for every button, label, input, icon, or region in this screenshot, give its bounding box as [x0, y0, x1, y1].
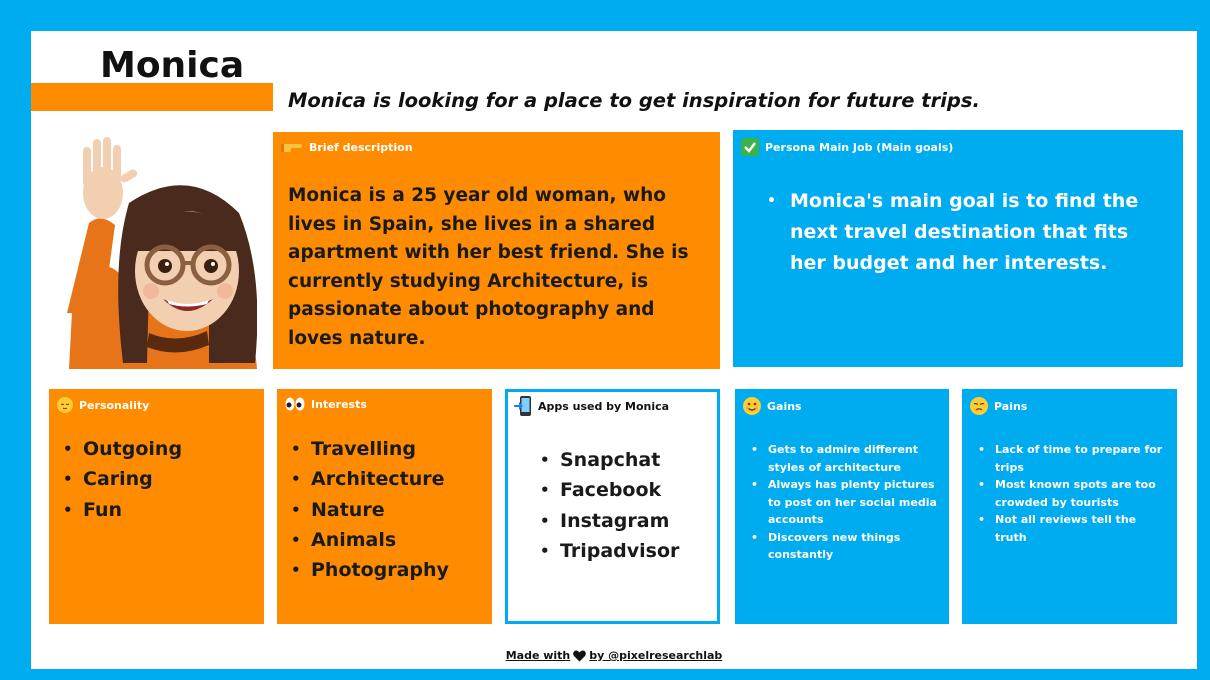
list-item: Architecture [285, 464, 449, 495]
personality-card: Personality Outgoing Caring Fun [49, 389, 264, 624]
persona-canvas: Monica Monica is looking for a place to … [31, 31, 1197, 669]
main-job-title: Persona Main Job (Main goals) [765, 140, 954, 154]
persona-name: Monica [100, 45, 245, 86]
page-frame: Monica Monica is looking for a place to … [0, 0, 1210, 680]
relieved-face-icon [57, 397, 73, 413]
list-item: Fun [57, 495, 182, 526]
personality-title: Personality [79, 398, 150, 412]
list-item: Snapchat [534, 445, 679, 476]
list-item: Gets to admire different styles of archi… [743, 441, 943, 476]
apps-card: Apps used by Monica Snapchat Facebook In… [505, 389, 720, 624]
list-item: Caring [57, 464, 182, 495]
brief-description-card: Brief description Monica is a 25 year ol… [273, 132, 720, 369]
main-job-list: Monica's main goal is to find the next t… [753, 186, 1163, 279]
interests-title: Interests [311, 397, 367, 411]
main-job-card: Persona Main Job (Main goals) Monica's m… [733, 130, 1183, 367]
list-item: Animals [285, 525, 449, 556]
gains-title: Gains [767, 399, 802, 413]
interests-card: Interests Travelling Architecture Nature… [277, 389, 492, 624]
black-heart-icon [573, 650, 587, 661]
list-item: Photography [285, 555, 449, 586]
sad-face-icon [970, 397, 988, 415]
personality-list: Outgoing Caring Fun [57, 434, 182, 525]
pains-card: Pains Lack of time to prepare for trips … [962, 389, 1177, 624]
persona-tagline: Monica is looking for a place to get ins… [288, 89, 980, 112]
list-item: Monica's main goal is to find the next t… [753, 186, 1163, 279]
gains-header: Gains [743, 397, 802, 415]
pains-list: Lack of time to prepare for trips Most k… [970, 441, 1170, 546]
brief-description-title: Brief description [309, 140, 413, 154]
smiling-face-icon [743, 397, 761, 415]
interests-header: Interests [285, 397, 367, 411]
list-item: Facebook [534, 475, 679, 506]
list-item: Lack of time to prepare for trips [970, 441, 1170, 476]
apps-header: Apps used by Monica [514, 396, 669, 416]
mobile-phone-arrow-icon [514, 396, 531, 416]
check-mark-icon [741, 138, 759, 156]
gains-list: Gets to admire different styles of archi… [743, 441, 943, 564]
personality-header: Personality [57, 397, 149, 413]
list-item: Travelling [285, 434, 449, 465]
footer-credit: Made with by @pixelresearchlab [31, 649, 1197, 662]
footer-text-after: by @pixelresearchlab [589, 649, 723, 662]
list-item: Tripadvisor [534, 536, 679, 567]
list-item: Most known spots are too crowded by tour… [970, 476, 1170, 511]
list-item: Outgoing [57, 434, 182, 465]
pointing-hand-icon [281, 144, 302, 152]
gains-card: Gains Gets to admire different styles of… [735, 389, 949, 624]
list-item: Always has plenty pictures to post on he… [743, 476, 943, 529]
interests-list: Travelling Architecture Nature Animals P… [285, 434, 449, 586]
brief-description-text: Monica is a 25 year old woman, who lives… [288, 185, 689, 349]
main-job-header: Persona Main Job (Main goals) [741, 138, 953, 156]
apps-title: Apps used by Monica [538, 399, 670, 413]
list-item: Nature [285, 495, 449, 526]
footer-link[interactable]: Made with by @pixelresearchlab [506, 649, 723, 662]
avatar [67, 137, 257, 369]
footer-text-before: Made with [505, 649, 571, 662]
eyes-icon [285, 397, 305, 411]
list-item: Instagram [534, 506, 679, 537]
pains-header: Pains [970, 397, 1027, 415]
apps-list: Snapchat Facebook Instagram Tripadvisor [534, 445, 679, 566]
pains-title: Pains [994, 399, 1028, 413]
list-item: Not all reviews tell the truth [970, 511, 1170, 546]
brief-description-header: Brief description [281, 140, 413, 154]
list-item: Discovers new things constantly [743, 529, 943, 564]
